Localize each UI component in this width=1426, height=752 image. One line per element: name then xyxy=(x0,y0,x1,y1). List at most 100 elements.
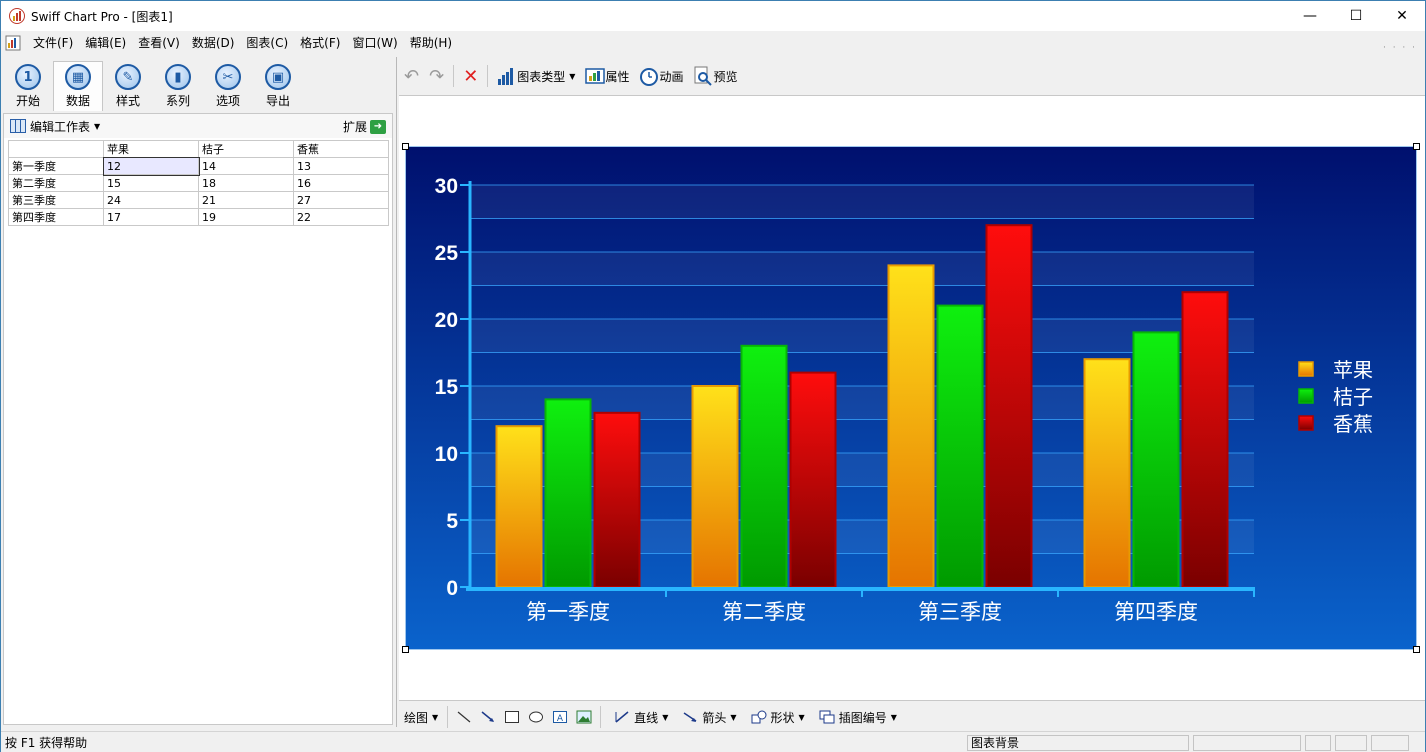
resize-handle[interactable] xyxy=(1413,646,1420,653)
tools-icon: ✂ xyxy=(215,64,241,90)
menu-view[interactable]: 查看(V) xyxy=(132,31,186,55)
line-style-icon xyxy=(615,711,629,723)
table-row: 第四季度 17 19 22 xyxy=(8,208,389,226)
close-button[interactable]: ✕ xyxy=(1379,1,1425,31)
data-grid-icon: ▦ xyxy=(65,64,91,90)
menu-chart[interactable]: 图表(C) xyxy=(240,31,294,55)
redo-icon[interactable]: ↷ xyxy=(429,66,444,87)
y-tick-label: 25 xyxy=(435,242,459,265)
chart-object[interactable]: 0 5 10 15 20 25 30 第一季度 第二季度 第三季度 第四季度 苹果 桔子 香蕉 xyxy=(402,143,1420,653)
properties-button[interactable]: 属性 xyxy=(585,67,629,85)
delete-icon[interactable]: ✕ xyxy=(463,66,478,87)
textbox-tool-icon[interactable]: A xyxy=(552,710,568,724)
line-style-dropdown[interactable]: 直线 ▼ xyxy=(610,709,668,726)
column-header[interactable]: 苹果 xyxy=(103,140,199,158)
status-panel-empty xyxy=(1305,735,1331,751)
menu-format[interactable]: 格式(F) xyxy=(294,31,346,55)
row-header[interactable]: 第三季度 xyxy=(8,191,104,209)
tab-style-label: 样式 xyxy=(115,94,140,108)
row-header[interactable]: 第四季度 xyxy=(8,208,104,226)
chart-editor-panel: ↶ ↷ ✕ 图表类型 ▼ 属性 动画 预览 0 5 10 15 20 25 30… xyxy=(399,57,1425,729)
worksheet-toolbar: 编辑工作表 ▼ 扩展 ➜ xyxy=(4,114,392,138)
document-chart-icon[interactable] xyxy=(5,35,21,51)
column-header[interactable]: 香蕉 xyxy=(293,140,389,158)
bar xyxy=(1132,331,1180,588)
grid-cell[interactable]: 19 xyxy=(198,208,294,226)
tab-series-label: 系列 xyxy=(165,94,190,108)
status-help-text: 按 F1 获得帮助 xyxy=(5,735,88,750)
preview-label: 预览 xyxy=(713,69,738,84)
ellipse-tool-icon[interactable] xyxy=(528,710,544,724)
menu-data[interactable]: 数据(D) xyxy=(186,31,241,55)
maximize-button[interactable]: ☐ xyxy=(1333,1,1379,31)
grid-cell[interactable]: 13 xyxy=(293,157,389,175)
row-header[interactable]: 第一季度 xyxy=(8,157,104,175)
chevron-down-icon[interactable]: ▼ xyxy=(94,122,100,131)
minimize-button[interactable]: — xyxy=(1287,1,1333,31)
status-selection-panel: 图表背景 xyxy=(967,735,1189,751)
bar xyxy=(495,425,543,589)
x-tick-label: 第三季度 xyxy=(918,601,1002,624)
grid-cell[interactable]: 22 xyxy=(293,208,389,226)
tab-data[interactable]: ▦ 数据 xyxy=(53,61,103,111)
rectangle-tool-icon[interactable] xyxy=(504,710,520,724)
draw-label: 绘图 xyxy=(404,710,429,725)
legend-swatch xyxy=(1298,415,1314,431)
tab-options-label: 选项 xyxy=(215,94,240,108)
menu-help[interactable]: 帮助(H) xyxy=(404,31,458,55)
properties-label: 属性 xyxy=(605,69,630,84)
arrow-tool-icon[interactable] xyxy=(480,710,496,724)
grid-cell[interactable]: 15 xyxy=(103,174,199,192)
menu-file[interactable]: 文件(F) xyxy=(27,31,79,55)
grid-cell[interactable]: 12 xyxy=(102,156,200,176)
tab-start[interactable]: 1 开始 xyxy=(3,61,53,111)
line-tool-icon[interactable] xyxy=(456,710,472,724)
tab-options[interactable]: ✂ 选项 xyxy=(203,61,253,111)
figure-number-dropdown[interactable]: 插图编号 ▼ xyxy=(815,709,897,726)
menu-window[interactable]: 窗口(W) xyxy=(346,31,403,55)
bar-chart[interactable]: 0 5 10 15 20 25 30 第一季度 第二季度 第三季度 第四季度 苹果桔子香蕉 xyxy=(406,147,1416,649)
tab-series[interactable]: ▮ 系列 xyxy=(153,61,203,111)
grid-cell[interactable]: 16 xyxy=(293,174,389,192)
edit-worksheet-dropdown[interactable]: 编辑工作表 xyxy=(30,118,90,135)
tab-export[interactable]: ▣ 导出 xyxy=(253,61,303,111)
grid-corner-cell[interactable] xyxy=(8,140,104,158)
resize-handle[interactable] xyxy=(1413,143,1420,150)
grid-cell[interactable]: 27 xyxy=(293,191,389,209)
grid-cell[interactable]: 24 xyxy=(103,191,199,209)
toolbar-separator xyxy=(600,706,602,728)
undo-icon[interactable]: ↶ xyxy=(404,66,419,87)
grid-cell[interactable]: 21 xyxy=(198,191,294,209)
resize-handle[interactable] xyxy=(402,143,409,150)
grid-cell[interactable]: 14 xyxy=(198,157,294,175)
picture-tool-icon[interactable] xyxy=(576,710,592,724)
preview-button[interactable]: 预览 xyxy=(693,66,738,86)
tab-style[interactable]: ✎ 样式 xyxy=(103,61,153,111)
expand-button[interactable]: 扩展 ➜ xyxy=(343,118,386,135)
shape-dropdown[interactable]: 形状 ▼ xyxy=(747,709,805,726)
arrow-style-icon xyxy=(683,712,697,722)
grid-header-row: 苹果 桔子 香蕉 xyxy=(8,140,389,158)
row-header[interactable]: 第二季度 xyxy=(8,174,104,192)
grid-cell[interactable]: 17 xyxy=(103,208,199,226)
bar xyxy=(544,398,592,588)
animation-button[interactable]: 动画 xyxy=(639,66,683,86)
chart-type-button[interactable]: 图表类型 ▼ xyxy=(497,67,575,85)
figure-number-label: 插图编号 xyxy=(838,710,887,725)
x-tick-label: 第一季度 xyxy=(526,601,610,624)
legend-label: 香蕉 xyxy=(1333,413,1373,436)
menu-bar: 文件(F) 编辑(E) 查看(V) 数据(D) 图表(C) 格式(F) 窗口(W… xyxy=(1,31,1425,55)
arrow-label: 箭头 xyxy=(702,710,727,725)
toolbar-grip-icon: · · · · xyxy=(1382,43,1417,53)
column-header[interactable]: 桔子 xyxy=(198,140,294,158)
menu-edit[interactable]: 编辑(E) xyxy=(79,31,132,55)
chart-canvas[interactable]: 0 5 10 15 20 25 30 第一季度 第二季度 第三季度 第四季度 苹果 桔子 香蕉 xyxy=(399,95,1425,701)
arrow-style-dropdown[interactable]: 箭头 ▼ xyxy=(678,709,737,726)
start-icon: 1 xyxy=(15,64,41,90)
resize-handle[interactable] xyxy=(402,646,409,653)
status-panel-empty xyxy=(1193,735,1301,751)
grid-cell[interactable]: 18 xyxy=(198,174,294,192)
legend-label: 苹果 xyxy=(1333,359,1373,382)
draw-menu-button[interactable]: 绘图 ▼ xyxy=(404,709,438,726)
bar xyxy=(1181,291,1229,588)
